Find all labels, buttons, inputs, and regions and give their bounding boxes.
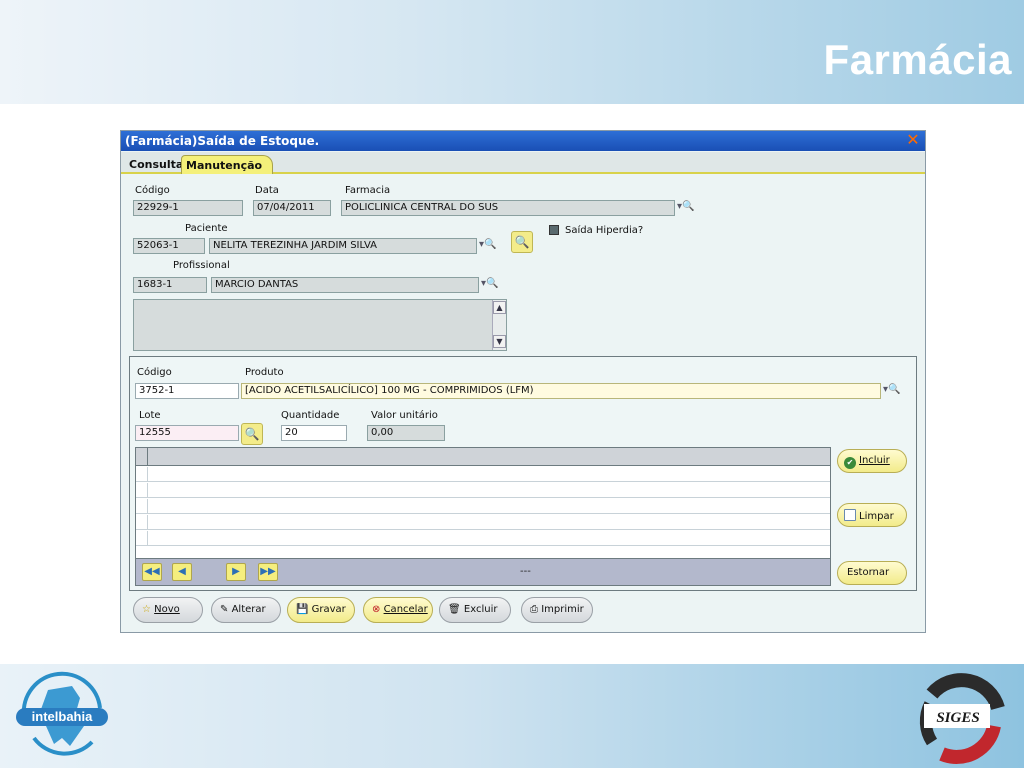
observacao-memo[interactable]: ▲ ▼ (133, 299, 507, 351)
next-record-icon[interactable]: ▶ (226, 563, 246, 581)
saida-hiperdia-label: Saída Hiperdia? (565, 225, 644, 236)
profissional-combo[interactable]: MARCIO DANTAS (211, 277, 479, 293)
window-titlebar: (Farmácia)Saída de Estoque. ✕ (121, 131, 925, 151)
check-icon: ✔ (844, 457, 856, 469)
combo-search-icon[interactable]: ▾🔍 (479, 239, 501, 253)
produto-combo[interactable]: [ACIDO ACETILSALICÍLICO] 100 MG - COMPRI… (241, 383, 881, 399)
valor-unitario-field: 0,00 (367, 425, 445, 441)
memo-scrollbar[interactable]: ▲ ▼ (492, 300, 506, 350)
scroll-up-icon[interactable]: ▲ (493, 301, 506, 314)
grid-navigator: ◀◀ ◀ ▶ ▶▶ --- (136, 558, 830, 585)
lote-label: Lote (139, 410, 161, 421)
combo-search-icon[interactable]: ▾🔍 (883, 384, 905, 398)
estornar-button[interactable]: Estornar (837, 561, 907, 585)
profissional-code-field[interactable]: 1683-1 (133, 277, 207, 293)
table-row[interactable] (136, 483, 830, 498)
tab-manutencao[interactable]: Manutenção (181, 155, 273, 174)
quantidade-field[interactable]: 20 (281, 425, 347, 441)
valor-unitario-label: Valor unitário (371, 410, 438, 421)
item-codigo-label: Código (137, 367, 172, 378)
incluir-button[interactable]: ✔ Incluir (837, 449, 907, 473)
trash-icon: 🗑 (448, 604, 461, 615)
intelbahia-logo-text: intelbahia (32, 709, 93, 724)
printer-icon: ⎙ (530, 604, 538, 615)
codigo-label: Código (135, 185, 170, 196)
window-title: (Farmácia)Saída de Estoque. (125, 134, 320, 148)
grid-header (136, 448, 830, 466)
last-record-icon[interactable]: ▶▶ (258, 563, 278, 581)
paciente-search-button[interactable]: 🔍 (511, 231, 533, 253)
gravar-button[interactable]: 💾 Gravar (287, 597, 355, 623)
save-icon: 💾 (296, 604, 309, 615)
paciente-label: Paciente (185, 223, 228, 234)
tab-consulta[interactable]: Consulta (125, 155, 187, 174)
novo-button[interactable]: ☆ Novo (133, 597, 203, 623)
siges-logo-text: SIGES (936, 710, 979, 726)
slide: Farmácia (Farmácia)Saída de Estoque. ✕ C… (0, 0, 1024, 768)
saida-hiperdia-checkbox[interactable] (549, 225, 559, 235)
star-icon: ☆ (142, 604, 151, 615)
paciente-combo[interactable]: NELITA TEREZINHA JARDIM SILVA (209, 238, 477, 254)
tab-strip: Consulta Manutenção (121, 152, 925, 174)
grid-status: --- (520, 566, 531, 577)
profissional-label: Profissional (173, 260, 230, 271)
table-row[interactable] (136, 499, 830, 514)
item-codigo-field[interactable]: 3752-1 (135, 383, 239, 399)
document-icon (844, 509, 856, 521)
limpar-button[interactable]: Limpar (837, 503, 907, 527)
alterar-button[interactable]: ✎ Alterar (211, 597, 281, 623)
edit-icon: ✎ (220, 604, 229, 615)
table-row[interactable] (136, 467, 830, 482)
prev-record-icon[interactable]: ◀ (172, 563, 192, 581)
table-row[interactable] (136, 515, 830, 530)
lote-search-button[interactable]: 🔍 (241, 423, 263, 445)
app-window: (Farmácia)Saída de Estoque. ✕ Consulta M… (120, 130, 926, 633)
cancel-icon: ⊗ (372, 604, 381, 615)
data-label: Data (255, 185, 279, 196)
excluir-button[interactable]: 🗑 Excluir (439, 597, 511, 623)
lote-field[interactable]: 12555 (135, 425, 239, 441)
close-icon[interactable]: ✕ (905, 132, 921, 148)
quantidade-label: Quantidade (281, 410, 340, 421)
intelbahia-logo: intelbahia (16, 671, 108, 756)
slide-title: Farmácia (823, 36, 1012, 83)
combo-search-icon[interactable]: ▾🔍 (481, 278, 503, 292)
farmacia-label: Farmacia (345, 185, 391, 196)
items-grid[interactable]: ◀◀ ◀ ▶ ▶▶ --- (135, 447, 831, 586)
combo-search-icon[interactable]: ▾🔍 (677, 201, 699, 215)
cancelar-button[interactable]: ⊗ Cancelar (363, 597, 433, 623)
paciente-code-field[interactable]: 52063-1 (133, 238, 205, 254)
footer-band (0, 664, 1024, 768)
table-row[interactable] (136, 531, 830, 546)
codigo-field[interactable]: 22929-1 (133, 200, 243, 216)
first-record-icon[interactable]: ◀◀ (142, 563, 162, 581)
imprimir-button[interactable]: ⎙ Imprimir (521, 597, 593, 623)
scroll-down-icon[interactable]: ▼ (493, 335, 506, 348)
produto-label: Produto (245, 367, 284, 378)
data-field[interactable]: 07/04/2011 (253, 200, 331, 216)
farmacia-combo[interactable]: POLICLINICA CENTRAL DO SUS (341, 200, 675, 216)
siges-logo: SIGES (919, 673, 1005, 764)
